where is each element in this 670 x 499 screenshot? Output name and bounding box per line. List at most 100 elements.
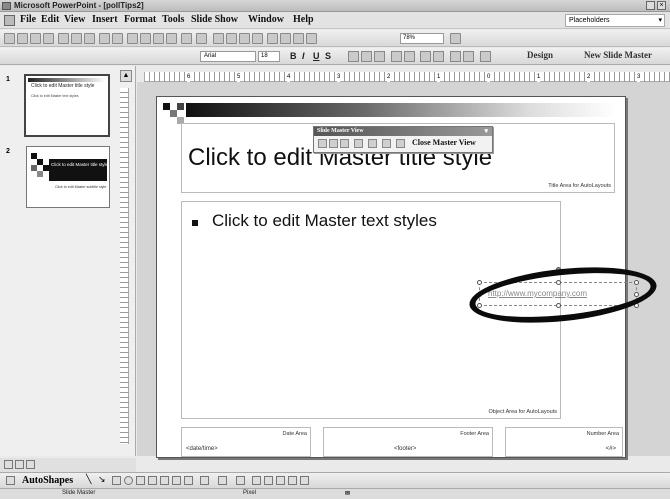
email-icon[interactable] xyxy=(58,33,69,44)
research-icon[interactable] xyxy=(112,33,123,44)
undo-icon[interactable] xyxy=(181,33,192,44)
permission-icon[interactable] xyxy=(43,33,54,44)
increase-indent-icon[interactable] xyxy=(463,51,474,62)
menu-format[interactable]: Format xyxy=(124,14,156,25)
picture-icon[interactable] xyxy=(184,476,193,485)
autoshapes-menu[interactable]: AutoShapes xyxy=(22,475,73,486)
thumbnail-slide-master[interactable]: Click to edit Master title style Click t… xyxy=(24,74,110,137)
minimize-button[interactable] xyxy=(646,1,655,10)
line-style-icon[interactable] xyxy=(252,476,261,485)
rectangle-icon[interactable] xyxy=(112,476,121,485)
normal-view-icon[interactable] xyxy=(4,460,13,469)
save-icon[interactable] xyxy=(30,33,41,44)
insert-chart-icon[interactable] xyxy=(213,33,224,44)
align-center-icon[interactable] xyxy=(361,51,372,62)
menu-help[interactable]: Help xyxy=(293,14,314,25)
help-question-box[interactable]: Placeholders ▾ xyxy=(565,14,665,27)
vertical-ruler[interactable] xyxy=(120,88,129,444)
arrow-style-icon[interactable] xyxy=(276,476,285,485)
italic-button[interactable]: I xyxy=(302,51,305,61)
insert-table-icon[interactable] xyxy=(226,33,237,44)
numbering-icon[interactable] xyxy=(391,51,402,62)
close-master-view-button[interactable]: Close Master View xyxy=(412,138,476,147)
master-layout-icon[interactable] xyxy=(382,139,391,148)
cut-icon[interactable] xyxy=(127,33,138,44)
master-body-text[interactable]: Click to edit Master text styles xyxy=(212,211,437,231)
number-placeholder[interactable]: Number Area <#> xyxy=(505,427,623,457)
font-color-icon[interactable] xyxy=(480,51,491,62)
pane-close-icon[interactable]: ▲ xyxy=(120,70,132,82)
dash-style-icon[interactable] xyxy=(264,476,273,485)
close-window-button[interactable]: × xyxy=(657,1,666,10)
menu-slide-show[interactable]: Slide Show xyxy=(191,14,238,25)
hyperlink-icon[interactable] xyxy=(252,33,263,44)
preserve-master-icon[interactable] xyxy=(354,139,363,148)
close-master-icon[interactable] xyxy=(396,139,405,148)
bold-button[interactable]: B xyxy=(290,51,297,61)
decrease-font-icon[interactable] xyxy=(433,51,444,62)
toolbar-titlebar[interactable]: Slide Master View ▾ xyxy=(314,127,492,136)
date-placeholder[interactable]: Date Area <date/time> xyxy=(181,427,311,457)
underline-button[interactable]: U xyxy=(313,51,320,61)
powerpoint-app-icon[interactable] xyxy=(2,2,11,10)
print-preview-icon[interactable] xyxy=(84,33,95,44)
draw-icon[interactable] xyxy=(6,476,15,485)
help-icon[interactable] xyxy=(450,33,461,44)
menu-insert[interactable]: Insert xyxy=(92,14,118,25)
redo-icon[interactable] xyxy=(196,33,207,44)
rename-master-icon[interactable] xyxy=(368,139,377,148)
font-size-select[interactable]: 18 xyxy=(258,51,280,62)
show-formatting-icon[interactable] xyxy=(280,33,291,44)
shadow-style-icon[interactable] xyxy=(288,476,297,485)
oval-icon[interactable] xyxy=(124,476,133,485)
clipart-icon[interactable] xyxy=(172,476,181,485)
tables-borders-icon[interactable] xyxy=(239,33,250,44)
open-icon[interactable] xyxy=(17,33,28,44)
decrease-indent-icon[interactable] xyxy=(450,51,461,62)
insert-slide-master-icon[interactable] xyxy=(318,139,327,148)
slide-sorter-icon[interactable] xyxy=(15,460,24,469)
thumbnail-title-master[interactable]: Click to edit Master title style Click t… xyxy=(26,146,110,208)
chevron-down-icon[interactable]: ▾ xyxy=(484,127,488,136)
new-slide-master-button[interactable]: New Slide Master xyxy=(584,50,652,60)
bullets-icon[interactable] xyxy=(404,51,415,62)
paste-icon[interactable] xyxy=(153,33,164,44)
menu-view[interactable]: View xyxy=(64,14,85,25)
print-icon[interactable] xyxy=(71,33,82,44)
increase-font-icon[interactable] xyxy=(420,51,431,62)
font-select[interactable]: Arial xyxy=(200,51,256,62)
menu-edit[interactable]: Edit xyxy=(41,14,59,25)
diagram-icon[interactable] xyxy=(160,476,169,485)
color-grayscale-icon[interactable] xyxy=(306,33,317,44)
delete-master-icon[interactable] xyxy=(340,139,349,148)
resize-handle[interactable] xyxy=(477,280,482,285)
line-icon[interactable]: ╲ xyxy=(86,474,91,485)
font-color-icon[interactable] xyxy=(236,476,245,485)
copy-icon[interactable] xyxy=(140,33,151,44)
design-button[interactable]: Design xyxy=(527,50,553,60)
format-painter-icon[interactable] xyxy=(166,33,177,44)
horizontal-ruler[interactable]: 6 5 4 3 2 1 0 1 2 3 xyxy=(144,72,670,82)
3d-style-icon[interactable] xyxy=(300,476,309,485)
align-left-icon[interactable] xyxy=(348,51,359,62)
document-icon[interactable] xyxy=(4,15,15,26)
expand-all-icon[interactable] xyxy=(267,33,278,44)
new-icon[interactable] xyxy=(4,33,15,44)
textbox-icon[interactable] xyxy=(136,476,145,485)
arrow-icon[interactable]: ↘ xyxy=(98,474,106,485)
spelling-status-icon[interactable]: ✉ xyxy=(345,490,350,497)
fill-color-icon[interactable] xyxy=(200,476,209,485)
zoom-select[interactable]: 78% xyxy=(400,33,444,44)
slide-show-icon[interactable] xyxy=(26,460,35,469)
menu-window[interactable]: Window xyxy=(248,14,284,25)
insert-title-master-icon[interactable] xyxy=(329,139,338,148)
show-grid-icon[interactable] xyxy=(293,33,304,44)
menu-tools[interactable]: Tools xyxy=(162,14,184,25)
spelling-icon[interactable] xyxy=(99,33,110,44)
menu-file[interactable]: File xyxy=(20,14,36,25)
line-color-icon[interactable] xyxy=(218,476,227,485)
align-right-icon[interactable] xyxy=(374,51,385,62)
shadow-button[interactable]: S xyxy=(325,51,331,61)
footer-placeholder[interactable]: Footer Area <footer> xyxy=(323,427,493,457)
wordart-icon[interactable] xyxy=(148,476,157,485)
